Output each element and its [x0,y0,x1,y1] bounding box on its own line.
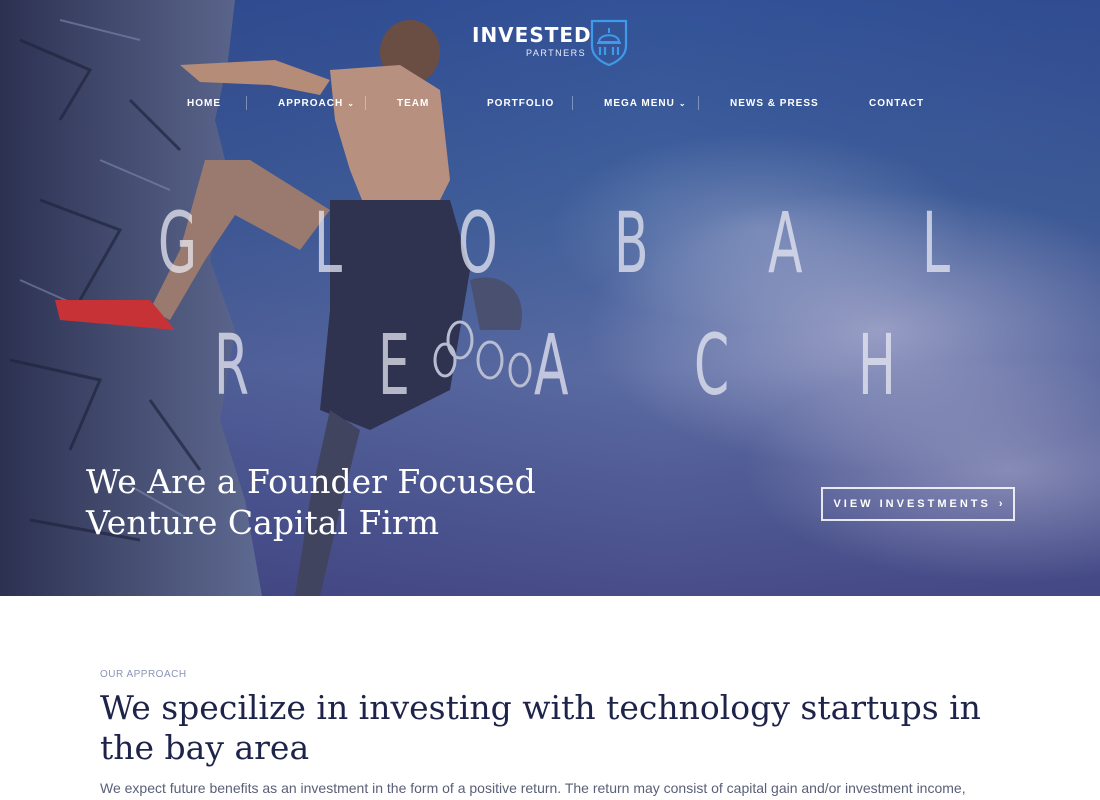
nav-divider [246,96,247,110]
hero-tagline-line: We Are a Founder Focused [86,462,536,501]
main-nav: HOME APPROACH ⌄ TEAM PORTFOLIO MEGA MENU ⌄… [0,96,1100,114]
hero-word-reach: R E A C H [0,320,1100,420]
nav-item-mega-menu[interactable]: MEGA MENU ⌄ [604,96,687,112]
section-eyebrow: OUR APPROACH [100,669,187,680]
hero-letter: L [922,194,951,292]
chevron-down-icon: ⌄ [347,99,355,108]
nav-item-contact[interactable]: CONTACT [869,96,924,112]
nav-item-portfolio[interactable]: PORTFOLIO [487,96,554,112]
nav-item-news-press[interactable]: NEWS & PRESS [730,96,819,112]
nav-divider [698,96,699,110]
section-body: We expect future benefits as an investme… [100,780,966,796]
hero-letter: H [858,316,896,414]
nav-divider [365,96,366,110]
brand-subtitle: PARTNERS [526,48,587,58]
view-investments-label: VIEW INVESTMENTS [833,498,991,510]
brand-name: INVESTED [472,23,592,47]
hero-letter: A [534,316,569,414]
nav-item-team[interactable]: TEAM [397,96,429,112]
nav-item-approach-label: APPROACH [278,98,344,109]
hero-tagline: We Are a Founder Focused Venture Capital… [86,461,556,543]
hero-letter: E [378,316,410,414]
hero-letter: B [614,194,649,292]
nav-item-mega-menu-label: MEGA MENU [604,98,675,109]
hero-letter: L [314,194,343,292]
hero-letter: G [158,194,198,292]
hero-tagline-line: Venture Capital Firm [86,503,439,542]
dome-shield-icon [590,19,628,66]
chevron-down-icon: ⌄ [678,99,687,108]
hero-section: INVESTED PARTNERS HOME APPROACH ⌄ TEAM PO… [0,0,1100,596]
nav-item-home[interactable]: HOME [187,96,221,112]
hero-letter: R [214,316,250,414]
brand-logo[interactable]: INVESTED PARTNERS [472,18,632,70]
nav-item-approach[interactable]: APPROACH ⌄ [278,96,355,112]
nav-divider [572,96,573,110]
approach-section: OUR APPROACH We specilize in investing w… [0,596,1100,800]
chevron-right-icon: › [998,498,1003,510]
hero-letter: C [694,316,730,414]
hero-word-global: G L O B A L [0,198,1100,298]
view-investments-button[interactable]: VIEW INVESTMENTS › [821,487,1015,521]
hero-letter: A [768,194,803,292]
section-headline: We specilize in investing with technolog… [100,688,981,767]
hero-letter: O [458,194,498,292]
